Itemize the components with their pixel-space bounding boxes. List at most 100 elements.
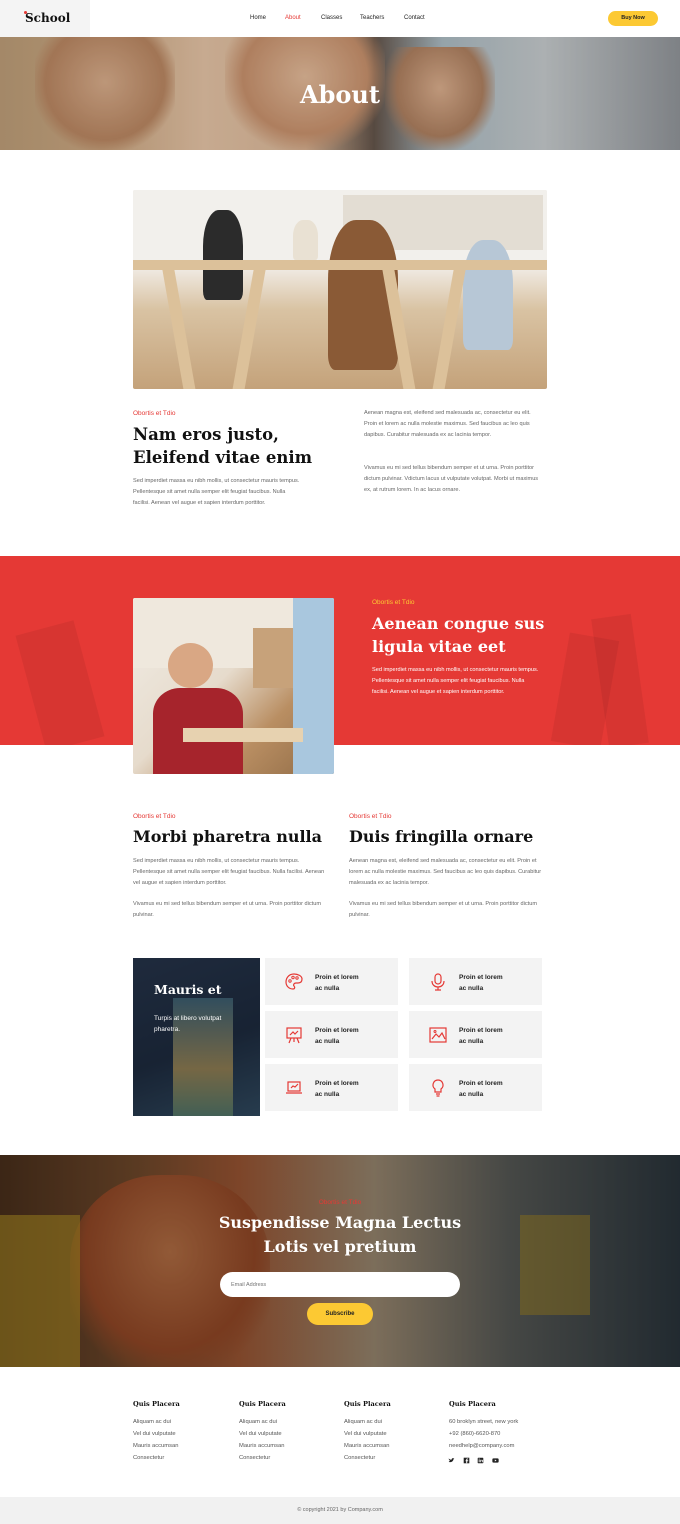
feature-label-line1: Proin et lorem (459, 974, 503, 981)
feature-item[interactable]: Proin et lorem ac nulla (409, 1011, 542, 1058)
feature-label: Proin et lorem ac nulla (315, 972, 359, 994)
feature-item[interactable]: Proin et lorem ac nulla (409, 1064, 542, 1111)
nav-home[interactable]: Home (250, 15, 266, 21)
feature-label-line1: Proin et lorem (315, 1080, 359, 1087)
feature-item[interactable]: Proin et lorem ac nulla (265, 958, 398, 1005)
right-column-eyebrow: Obortis et Tdio (349, 813, 392, 820)
nav-classes[interactable]: Classes (321, 15, 342, 21)
logo[interactable]: School (25, 11, 70, 25)
intro-title-line1: Nam eros justo, (133, 425, 279, 444)
left-column-paragraph-2: Vivamus eu mi sed tellus bibendum semper… (133, 901, 321, 918)
linkedin-icon[interactable] (477, 1457, 484, 1464)
facebook-icon[interactable] (463, 1457, 470, 1464)
footer-link[interactable]: Aliquam ac dui (344, 1419, 382, 1425)
site-header: School Home About Classes Teachers Conta… (0, 0, 680, 37)
left-column-eyebrow: Obortis et Tdio (133, 813, 176, 820)
footer-email[interactable]: needhelp@company.com (449, 1443, 514, 1449)
presentation-board-icon (286, 1027, 302, 1044)
feature-label: Proin et lorem ac nulla (459, 972, 503, 994)
photo-desk-top (133, 260, 547, 270)
nav-contact[interactable]: Contact (404, 15, 425, 21)
feature-label: Proin et lorem ac nulla (459, 1078, 503, 1100)
feature-label: Proin et lorem ac nulla (315, 1078, 359, 1100)
nav-about[interactable]: About (285, 15, 301, 21)
intro-right-paragraph-1: Aenean magna est, eleifend sed malesuada… (364, 410, 531, 438)
feature-label-line1: Proin et lorem (459, 1027, 503, 1034)
footer-col1-title: Quis Placera (133, 1400, 180, 1408)
feature-label: Proin et lorem ac nulla (459, 1025, 503, 1047)
feature-item[interactable]: Proin et lorem ac nulla (265, 1064, 398, 1111)
palette-icon (285, 973, 303, 990)
footer-col3-title: Quis Placera (344, 1400, 391, 1408)
photo-student-1 (203, 210, 243, 300)
right-column-paragraph-2: Vivamus eu mi sed tellus bibendum semper… (349, 901, 537, 918)
card-title: Mauris et (154, 982, 222, 997)
feature-item[interactable]: Proin et lorem ac nulla (265, 1011, 398, 1058)
footer-col2-title: Quis Placera (239, 1400, 286, 1408)
youtube-icon[interactable] (492, 1457, 499, 1464)
footer-link[interactable]: Mauris accumsan (239, 1443, 284, 1449)
subscribe-section (0, 1155, 680, 1367)
intro-eyebrow: Obortis et Tdio (133, 410, 176, 417)
card-text: Turpis at libero volutpat pharetra. (154, 1015, 222, 1033)
red-section-eyebrow: Obortis et Tdio (372, 599, 415, 606)
photo-desk-leg (432, 270, 466, 389)
student-smiling-photo (133, 598, 334, 774)
right-column-paragraph-1: Aenean magna est, eleifend sed malesuada… (349, 858, 542, 886)
feature-item[interactable]: Proin et lorem ac nulla (409, 958, 542, 1005)
intro-right-paragraph-2: Vivamus eu mi sed tellus bibendum semper… (364, 465, 539, 493)
footer-col4-title: Quis Placera (449, 1400, 496, 1408)
subscribe-eyebrow: Obortis et Tdio (318, 1199, 362, 1206)
right-column-title: Duis fringilla ornare (349, 827, 534, 846)
footer-link[interactable]: Consectetur (344, 1455, 375, 1461)
page-title: About (300, 80, 380, 109)
email-input[interactable] (220, 1272, 460, 1297)
nav-teachers[interactable]: Teachers (360, 15, 384, 21)
red-section-title-line1: Aenean congue sus (372, 614, 545, 633)
copyright-bar: © copyright 2021 by Company.com (0, 1497, 680, 1524)
photo-desk-leg (162, 270, 196, 389)
footer-link[interactable]: Consectetur (133, 1455, 164, 1461)
twitter-icon[interactable] (448, 1457, 455, 1464)
feature-label-line2: ac nulla (459, 1091, 484, 1098)
left-column-paragraph-1: Sed imperdiet massa eu nibh mollis, ut c… (133, 858, 325, 886)
footer-link[interactable]: Aliquam ac dui (133, 1419, 171, 1425)
feature-label-line2: ac nulla (459, 985, 484, 992)
lightbulb-icon (432, 1079, 444, 1097)
band-decoration (15, 620, 105, 745)
photo-student-back (293, 598, 334, 774)
intro-title-line2: Eleifend vitae enim (133, 448, 313, 467)
subscribe-title-line1: Suspendisse Magna Lectus (218, 1213, 462, 1232)
feature-label-line2: ac nulla (315, 1091, 340, 1098)
red-section-title-line2: ligula vitae eet (372, 637, 506, 656)
feature-label: Proin et lorem ac nulla (315, 1025, 359, 1047)
feature-label-line1: Proin et lorem (315, 1027, 359, 1034)
subscribe-title-line2: Lotis vel pretium (263, 1237, 417, 1256)
highlight-band (0, 556, 680, 745)
photo-student-face (168, 643, 213, 688)
photo-student-4 (463, 240, 513, 350)
feature-label-line2: ac nulla (315, 985, 340, 992)
red-section-body: Sed imperdiet massa eu nibh mollis, ut c… (372, 667, 539, 695)
intro-body: Sed imperdiet massa eu nibh mollis, ut c… (133, 478, 300, 506)
buy-now-button[interactable]: Buy Now (608, 11, 658, 26)
left-column-title: Morbi pharetra nulla (133, 827, 322, 846)
footer-link[interactable]: Mauris accumsan (344, 1443, 389, 1449)
image-chart-icon (429, 1027, 447, 1043)
feature-highlight-card[interactable]: Mauris et Turpis at libero volutpat phar… (133, 958, 260, 1116)
feature-label-line1: Proin et lorem (459, 1080, 503, 1087)
feature-label-line1: Proin et lorem (315, 974, 359, 981)
photo-student-2 (293, 220, 318, 260)
footer-link[interactable]: Mauris accumsan (133, 1443, 178, 1449)
footer-link[interactable]: Consectetur (239, 1455, 270, 1461)
footer-phone[interactable]: +92 (860)-6620-870 (449, 1431, 500, 1437)
footer-link[interactable]: Vel dui vulputate (239, 1431, 282, 1437)
laptop-chart-icon (286, 1081, 302, 1094)
subscribe-button[interactable]: Subscribe (307, 1303, 373, 1325)
footer-link[interactable]: Aliquam ac dui (239, 1419, 277, 1425)
photo-desk (183, 728, 303, 742)
footer-link[interactable]: Vel dui vulputate (133, 1431, 176, 1437)
classroom-photo (133, 190, 547, 389)
feature-label-line2: ac nulla (459, 1038, 484, 1045)
footer-link[interactable]: Vel dui vulputate (344, 1431, 387, 1437)
